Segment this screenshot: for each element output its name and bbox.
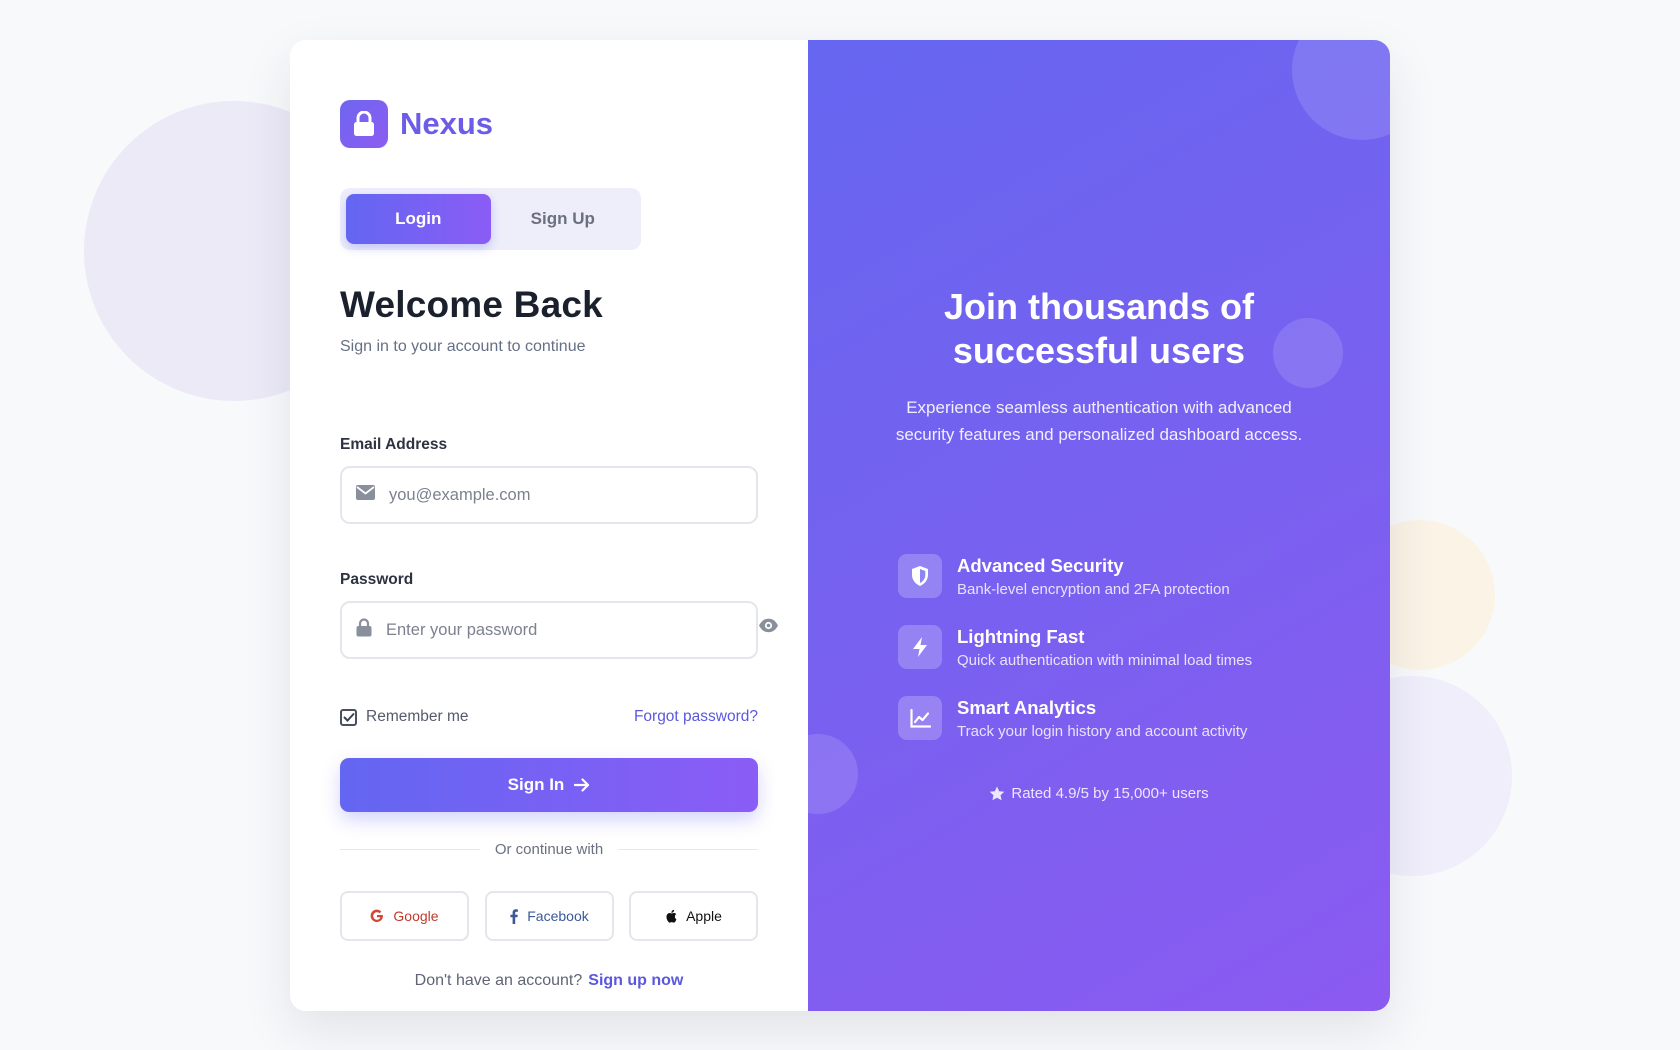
promo-description: Experience seamless authentication with … bbox=[895, 398, 1303, 444]
check-icon bbox=[342, 712, 355, 722]
email-input[interactable] bbox=[389, 485, 719, 505]
forgot-password-link[interactable]: Forgot password? bbox=[633, 708, 758, 726]
login-panel: Nexus Login Sign Up Welcome Back Sign in… bbox=[290, 40, 808, 1011]
star-icon bbox=[990, 786, 1005, 801]
brand-name: Nexus bbox=[400, 106, 494, 141]
shield-icon bbox=[898, 554, 942, 598]
brand: Nexus bbox=[340, 100, 493, 148]
feature-item: Smart Analytics Track your login history… bbox=[898, 696, 1247, 740]
feature-item: Advanced Security Bank-level encryption … bbox=[898, 554, 1230, 598]
signup-prompt: Don't have an account? Sign up now bbox=[340, 972, 758, 990]
feature-description: Bank-level encryption and 2FA protection bbox=[957, 581, 1230, 598]
rating-text: Rated 4.9/5 by 15,000+ users bbox=[1011, 785, 1209, 802]
google-icon bbox=[371, 909, 384, 922]
sign-up-now-link[interactable]: Sign up now bbox=[588, 972, 683, 989]
envelope-icon bbox=[356, 485, 375, 505]
facebook-button[interactable]: Facebook bbox=[485, 891, 614, 941]
google-button-label: Google bbox=[393, 908, 439, 924]
promo-panel: Join thousands of successful users Exper… bbox=[808, 40, 1390, 1011]
remember-me: Remember me bbox=[340, 708, 469, 726]
email-field-wrapper bbox=[340, 466, 758, 524]
feature-title: Advanced Security bbox=[957, 555, 1124, 576]
lock-logo-icon bbox=[340, 100, 388, 148]
feature-title: Lightning Fast bbox=[957, 626, 1085, 647]
remember-me-label: Remember me bbox=[366, 708, 469, 725]
arrow-right-icon bbox=[574, 778, 590, 792]
signup-prompt-text: Don't have an account? bbox=[414, 972, 583, 989]
decorative-circle bbox=[808, 734, 858, 814]
feature-title: Smart Analytics bbox=[957, 697, 1097, 718]
chart-line-icon bbox=[898, 696, 942, 740]
apple-button[interactable]: Apple bbox=[629, 891, 758, 941]
tab-login[interactable]: Login bbox=[346, 194, 491, 244]
facebook-icon bbox=[510, 908, 519, 924]
password-input[interactable] bbox=[386, 620, 716, 640]
feature-description: Quick authentication with minimal load t… bbox=[957, 652, 1253, 669]
sign-in-button-label: Sign In bbox=[507, 775, 565, 794]
page-title: Welcome Back bbox=[340, 284, 603, 325]
password-label: Password bbox=[340, 571, 414, 588]
remember-me-checkbox[interactable] bbox=[340, 708, 357, 726]
facebook-button-label: Facebook bbox=[527, 908, 589, 924]
tab-sign-up[interactable]: Sign Up bbox=[491, 194, 636, 244]
divider: Or continue with bbox=[340, 841, 759, 858]
apple-button-label: Apple bbox=[686, 908, 722, 924]
auth-tabs: Login Sign Up bbox=[340, 188, 641, 250]
google-button[interactable]: Google bbox=[340, 891, 469, 941]
promo-title: Join thousands of successful users bbox=[858, 285, 1340, 373]
lock-icon bbox=[356, 618, 372, 642]
eye-icon[interactable] bbox=[758, 618, 779, 638]
feature-description: Track your login history and account act… bbox=[957, 723, 1248, 740]
password-field-wrapper bbox=[340, 601, 758, 659]
promo-title-line2: successful users bbox=[952, 330, 1246, 371]
feature-item: Lightning Fast Quick authentication with… bbox=[898, 625, 1252, 669]
divider-label: Or continue with bbox=[494, 841, 604, 858]
apple-icon bbox=[666, 909, 677, 923]
email-label: Email Address bbox=[340, 436, 448, 453]
sign-in-button[interactable]: Sign In bbox=[340, 758, 758, 812]
page-subtitle: Sign in to your account to continue bbox=[340, 338, 586, 355]
rating: Rated 4.9/5 by 15,000+ users bbox=[858, 785, 1340, 802]
bolt-icon bbox=[898, 625, 942, 669]
promo-title-line1: Join thousands of bbox=[944, 286, 1254, 327]
auth-card: Nexus Login Sign Up Welcome Back Sign in… bbox=[290, 40, 1390, 1011]
decorative-circle bbox=[1292, 40, 1390, 140]
